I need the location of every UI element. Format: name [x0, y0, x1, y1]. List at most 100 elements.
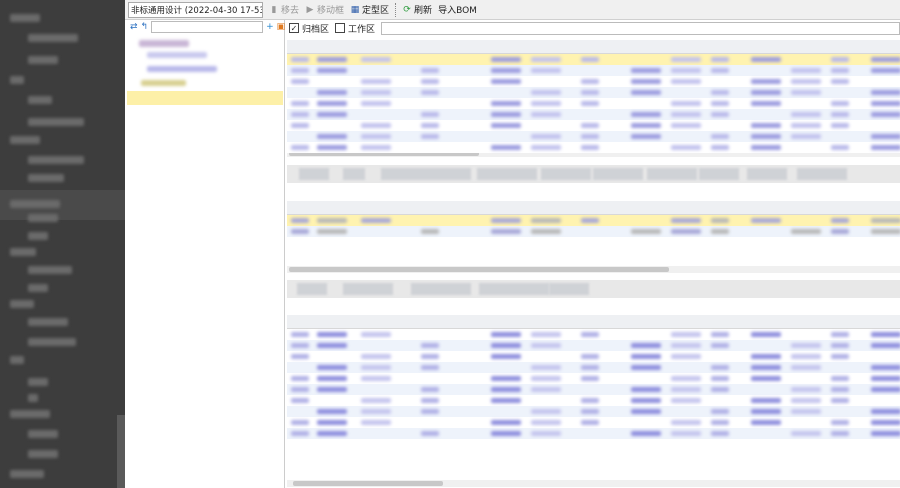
work-checkbox[interactable] — [335, 23, 346, 33]
sidebar-item[interactable] — [10, 356, 24, 364]
tree-node[interactable] — [147, 66, 217, 72]
filter-input[interactable] — [381, 21, 900, 35]
sidebar-item[interactable] — [28, 394, 38, 402]
tab[interactable] — [549, 283, 589, 295]
sidebar-item[interactable] — [10, 470, 44, 478]
table-row[interactable] — [287, 428, 900, 439]
tab[interactable] — [299, 168, 329, 180]
sidebar-item[interactable] — [10, 248, 36, 256]
tab[interactable] — [699, 168, 739, 180]
table-cell — [831, 145, 849, 150]
table-row[interactable] — [287, 395, 900, 406]
table-row[interactable] — [287, 406, 900, 417]
table-row[interactable] — [287, 65, 900, 76]
table-row[interactable] — [287, 142, 900, 153]
tab[interactable] — [343, 168, 365, 180]
tab[interactable] — [479, 283, 549, 295]
tab[interactable] — [797, 168, 847, 180]
remove-button[interactable]: ▮ 移去 — [269, 3, 300, 17]
sync-icon[interactable]: ⇄ — [130, 22, 138, 32]
table-cell — [831, 343, 849, 348]
table-row[interactable] — [287, 54, 900, 65]
table-cell — [751, 218, 781, 223]
table-row[interactable] — [287, 215, 900, 226]
table-cell — [711, 409, 729, 414]
table-cell — [631, 79, 661, 84]
sidebar-item[interactable] — [28, 450, 58, 458]
sidebar-item[interactable] — [28, 214, 58, 222]
table-row[interactable] — [287, 109, 900, 120]
tree-node[interactable] — [139, 40, 189, 47]
sidebar-item[interactable] — [10, 136, 40, 144]
sidebar-item[interactable] — [28, 378, 48, 386]
tab[interactable] — [541, 168, 591, 180]
table-cell — [791, 431, 821, 436]
tree-node[interactable] — [147, 52, 207, 58]
table-row[interactable] — [287, 76, 900, 87]
sidebar-scrollbar[interactable] — [117, 415, 125, 488]
horizontal-scrollbar[interactable] — [287, 266, 900, 273]
sidebar-item[interactable] — [28, 174, 64, 182]
sidebar-item[interactable] — [10, 300, 34, 308]
table-cell — [751, 398, 781, 403]
archive-checkbox[interactable]: ✓ — [289, 23, 299, 33]
collapse-icon[interactable]: ▣ — [277, 22, 286, 32]
table-cell — [831, 431, 849, 436]
table-row[interactable] — [287, 98, 900, 109]
table-row[interactable] — [287, 120, 900, 131]
add-icon[interactable]: + — [266, 22, 274, 32]
table-row[interactable] — [287, 226, 900, 237]
tab[interactable] — [593, 168, 643, 180]
table-row[interactable] — [287, 340, 900, 351]
tab[interactable] — [477, 168, 537, 180]
horizontal-scrollbar[interactable] — [287, 480, 900, 487]
table-row[interactable] — [287, 351, 900, 362]
table-cell — [751, 354, 781, 359]
sidebar-item[interactable] — [28, 156, 84, 164]
expand-icon[interactable]: ↰ — [141, 22, 149, 32]
sidebar-item[interactable] — [28, 118, 84, 126]
table-row[interactable] — [287, 329, 900, 340]
refresh-button[interactable]: ⟳ 刷新 — [402, 3, 432, 17]
table-cell — [711, 431, 729, 436]
move-button[interactable]: ▶ 移动框 — [305, 3, 344, 17]
sidebar-item[interactable] — [10, 200, 60, 208]
sidebar-item[interactable] — [28, 284, 48, 292]
table-cell — [317, 134, 347, 139]
sidebar-item[interactable] — [10, 76, 24, 84]
table-row[interactable] — [287, 373, 900, 384]
tab[interactable] — [297, 283, 327, 295]
tree-search-input[interactable] — [151, 21, 264, 33]
tab[interactable] — [381, 168, 471, 180]
tab[interactable] — [411, 283, 471, 295]
sidebar-item[interactable] — [28, 430, 58, 438]
table-cell — [871, 376, 900, 381]
project-select[interactable]: 非标通用设计 (2022-04-30 17-53≫ — [128, 1, 263, 18]
table-cell — [291, 68, 309, 73]
sidebar-item[interactable] — [10, 410, 50, 418]
sidebar-item[interactable] — [28, 232, 48, 240]
sidebar-item[interactable] — [28, 318, 68, 326]
sidebar-item[interactable] — [28, 34, 78, 42]
sidebar-item[interactable] — [28, 96, 52, 104]
sidebar-item[interactable] — [28, 266, 72, 274]
table-row[interactable] — [287, 384, 900, 395]
finalize-button[interactable]: ▦ 定型区 — [350, 3, 389, 17]
table-row[interactable] — [287, 87, 900, 98]
tab[interactable] — [647, 168, 697, 180]
sidebar-item[interactable] — [28, 56, 58, 64]
tab[interactable] — [343, 283, 393, 295]
sidebar-item[interactable] — [28, 338, 76, 346]
sidebar-item[interactable] — [10, 14, 40, 22]
import-bom-button[interactable]: 导入BOM — [438, 3, 477, 16]
tree-node-selected[interactable] — [127, 91, 283, 105]
table-cell — [531, 431, 561, 436]
table-cell — [531, 420, 561, 425]
table-cell — [791, 123, 821, 128]
tab[interactable] — [747, 168, 787, 180]
table-row[interactable] — [287, 417, 900, 428]
table-cell — [491, 123, 521, 128]
table-row[interactable] — [287, 362, 900, 373]
table-row[interactable] — [287, 131, 900, 142]
tree-node[interactable] — [141, 80, 186, 86]
